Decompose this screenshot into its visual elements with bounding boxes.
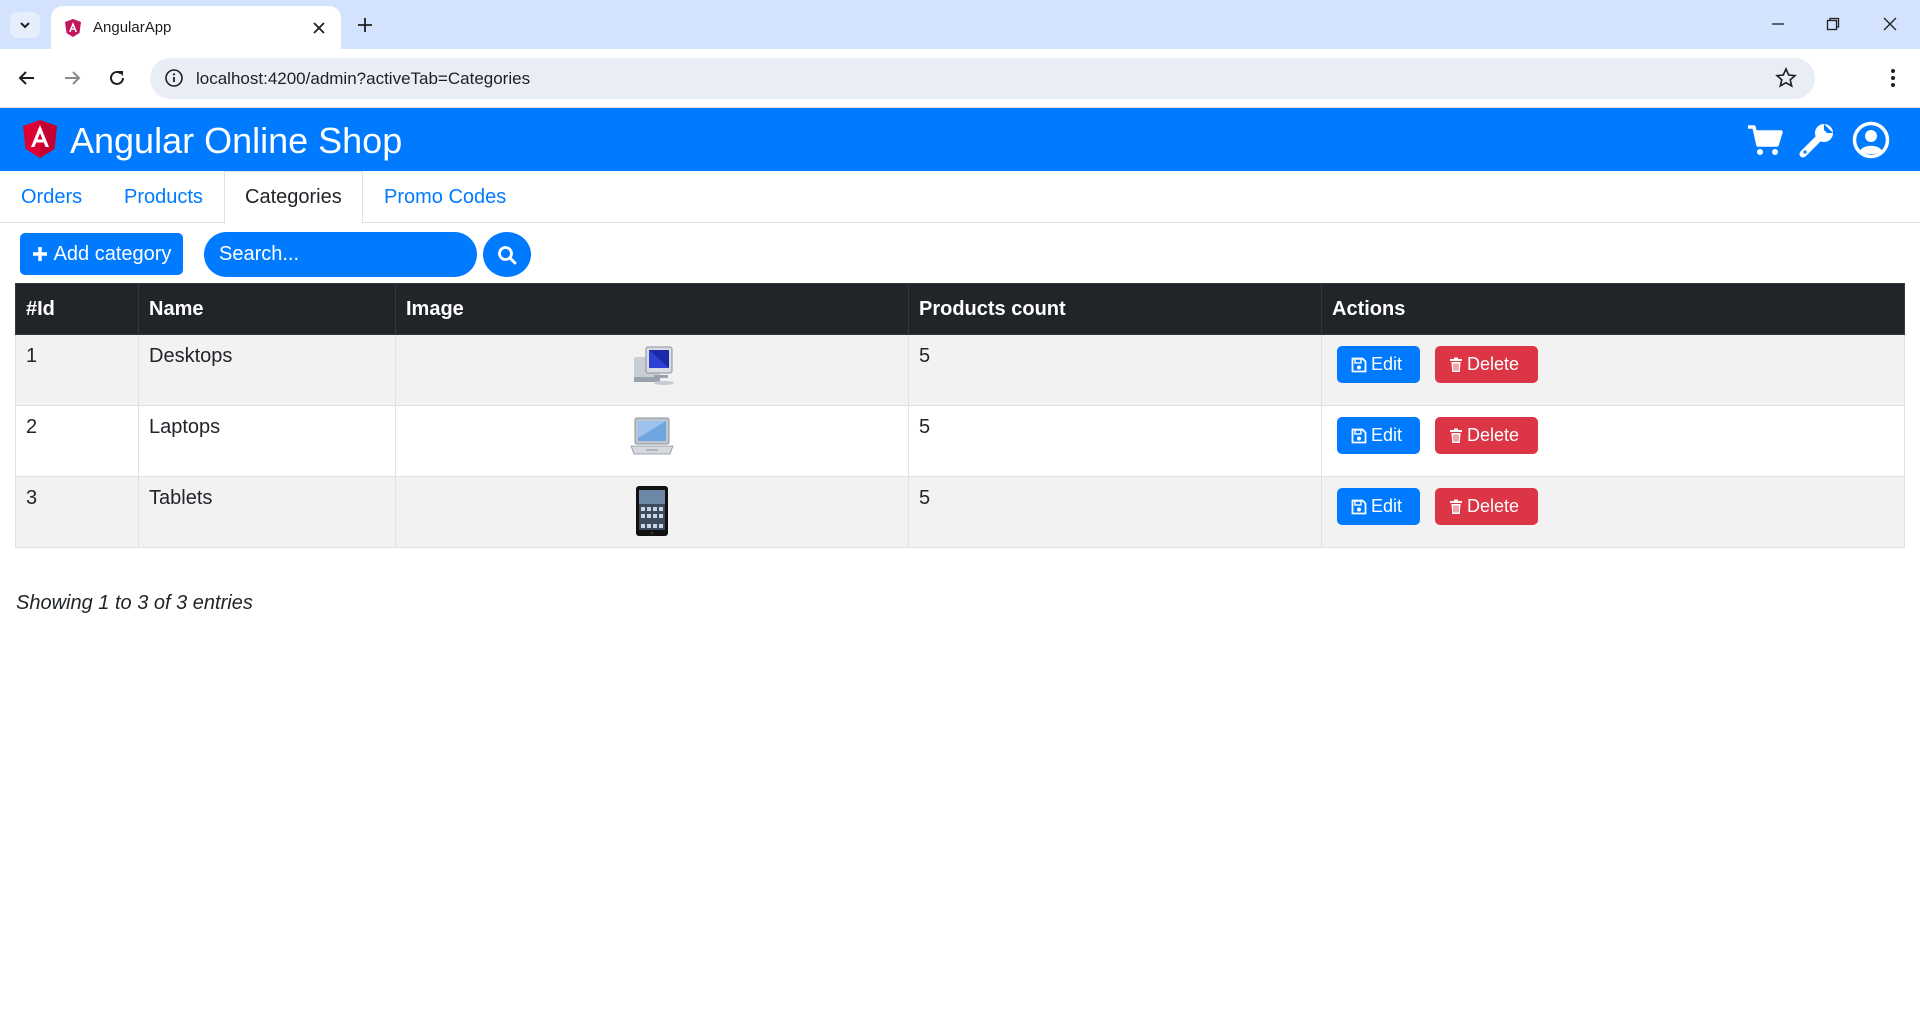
search-icon: [498, 245, 517, 264]
chevron-down-icon: [20, 22, 30, 29]
delete-label: Delete: [1467, 496, 1520, 516]
header-products-count[interactable]: Products count: [908, 283, 1322, 335]
cell-products-count: 5: [908, 476, 1322, 548]
delete-button[interactable]: Delete: [1435, 417, 1538, 454]
close-icon: [1883, 17, 1897, 31]
browser-tab-title: AngularApp: [93, 19, 172, 36]
account-button[interactable]: [1851, 120, 1891, 160]
reload-button[interactable]: [102, 63, 132, 93]
forward-button[interactable]: [57, 63, 87, 93]
star-icon[interactable]: [1775, 67, 1797, 89]
back-button[interactable]: [12, 63, 42, 93]
cell-products-count: 5: [908, 405, 1322, 477]
tab-products[interactable]: Products: [104, 171, 223, 223]
admin-tools-button[interactable]: [1797, 120, 1837, 160]
cell-actions: Edit Delete: [1321, 476, 1905, 548]
search-input[interactable]: [204, 232, 477, 277]
wrench-icon: [1799, 124, 1833, 158]
admin-tabs: Orders Products Categories Promo Codes: [0, 171, 1920, 224]
categories-table: #Id Name Image Products count Actions 1 …: [15, 283, 1905, 548]
arrow-left-icon: [18, 71, 34, 85]
save-icon: [1351, 499, 1367, 514]
table-header-row: #Id Name Image Products count Actions: [15, 283, 1905, 335]
delete-label: Delete: [1467, 425, 1520, 445]
close-window-button[interactable]: [1873, 10, 1907, 38]
browser-tab[interactable]: AngularApp: [51, 6, 341, 49]
angular-logo-icon[interactable]: [22, 120, 58, 158]
reload-icon: [110, 70, 124, 85]
tab-list-button[interactable]: [10, 12, 40, 38]
table-info: Showing 1 to 3 of 3 entries: [16, 592, 253, 614]
edit-label: Edit: [1371, 354, 1403, 374]
save-icon: [1351, 428, 1367, 443]
browser-tabstrip: AngularApp: [0, 0, 1920, 49]
restore-icon: [1826, 17, 1840, 31]
cell-id: 3: [15, 476, 139, 548]
table-row: 1 Desktops 5 Edit Delete: [15, 334, 1905, 406]
tab-orders[interactable]: Orders: [1, 171, 102, 223]
delete-label: Delete: [1467, 354, 1520, 374]
browser-menu-button[interactable]: [1878, 63, 1908, 93]
cell-image: [395, 405, 909, 477]
cell-image: [395, 334, 909, 406]
edit-button[interactable]: Edit: [1337, 417, 1420, 454]
more-vert-icon: [1891, 69, 1895, 87]
minimize-icon: [1772, 23, 1784, 25]
tab-promo-codes[interactable]: Promo Codes: [364, 171, 526, 223]
add-category-button[interactable]: Add category: [20, 233, 183, 275]
save-icon: [1351, 357, 1367, 372]
restore-button[interactable]: [1816, 10, 1850, 38]
header-id[interactable]: #Id: [15, 283, 139, 335]
minimize-button[interactable]: [1761, 10, 1795, 38]
trash-icon: [1450, 357, 1462, 372]
plus-icon: [358, 18, 372, 32]
table-row: 2 Laptops 5 Edit Delete: [15, 405, 1905, 477]
url-text[interactable]: localhost:4200/admin?activeTab=Categorie…: [196, 69, 530, 89]
table-row: 3 Tablets 5 Edit Delete: [15, 476, 1905, 548]
arrow-right-icon: [65, 71, 81, 85]
delete-button[interactable]: Delete: [1435, 346, 1538, 383]
cell-name: Laptops: [138, 405, 396, 477]
header-image[interactable]: Image: [395, 283, 909, 335]
app-header: Angular Online Shop: [0, 108, 1920, 171]
plus-icon: [32, 247, 47, 261]
angular-favicon-icon: [65, 18, 81, 37]
edit-button[interactable]: Edit: [1337, 488, 1420, 525]
close-tab-icon[interactable]: [307, 16, 331, 40]
header-name[interactable]: Name: [138, 283, 396, 335]
cell-id: 2: [15, 405, 139, 477]
info-icon[interactable]: [164, 68, 184, 88]
cell-image: [395, 476, 909, 548]
browser-toolbar: localhost:4200/admin?activeTab=Categorie…: [0, 49, 1920, 108]
user-circle-icon: [1852, 121, 1890, 159]
edit-label: Edit: [1371, 496, 1403, 516]
cell-actions: Edit Delete: [1321, 334, 1905, 406]
delete-button[interactable]: Delete: [1435, 488, 1538, 525]
edit-button[interactable]: Edit: [1337, 346, 1420, 383]
cart-button[interactable]: [1745, 120, 1785, 160]
header-actions: Actions: [1321, 283, 1905, 335]
tablet-image: [636, 486, 668, 536]
edit-label: Edit: [1371, 425, 1403, 445]
cell-id: 1: [15, 334, 139, 406]
new-tab-button[interactable]: [352, 12, 378, 38]
trash-icon: [1450, 428, 1462, 443]
laptop-image: [630, 417, 674, 455]
search-button[interactable]: [483, 232, 531, 277]
cart-icon: [1748, 125, 1783, 155]
cell-products-count: 5: [908, 334, 1322, 406]
cell-actions: Edit Delete: [1321, 405, 1905, 477]
tab-categories[interactable]: Categories: [224, 171, 363, 224]
trash-icon: [1450, 499, 1462, 514]
cell-name: Desktops: [138, 334, 396, 406]
brand-title[interactable]: Angular Online Shop: [70, 120, 402, 162]
add-category-label: Add category: [53, 242, 172, 265]
cell-name: Tablets: [138, 476, 396, 548]
desktop-image: [634, 346, 674, 385]
address-bar[interactable]: localhost:4200/admin?activeTab=Categorie…: [150, 58, 1815, 99]
